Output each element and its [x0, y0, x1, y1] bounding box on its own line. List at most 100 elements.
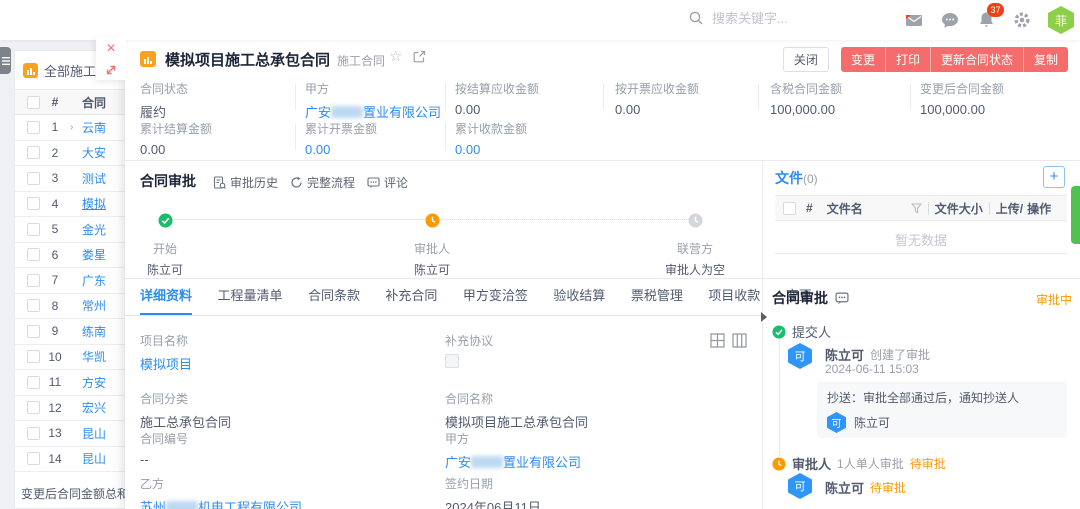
field-cumulative-received: 累计收款金额 0.00 — [455, 120, 527, 157]
cumulative-invoiced-link[interactable]: 0.00 — [305, 142, 377, 157]
chat-icon[interactable] — [940, 10, 960, 30]
list-row: 14昆山 — [15, 447, 125, 473]
list-row: 1›云南 — [15, 115, 125, 141]
tab-acceptance[interactable]: 验收结算 — [553, 285, 605, 313]
full-process-link[interactable]: 完整流程 — [290, 174, 355, 191]
print-button[interactable]: 打印 — [885, 47, 930, 72]
popup-window-controls: × — [96, 38, 126, 80]
sidebar-expand-handle[interactable] — [0, 47, 11, 74]
supplement-checkbox[interactable] — [445, 354, 459, 368]
menu-lines-icon — [2, 56, 10, 66]
update-status-button[interactable]: 更新合同状态 — [930, 47, 1023, 72]
expand-caret-icon[interactable]: › — [70, 122, 82, 133]
action-button-group: 变更 打印 更新合同状态 复制 — [841, 47, 1068, 72]
filter-funnel-icon[interactable] — [911, 203, 922, 214]
field-party-a: 甲方 广安置业有限公司 — [305, 80, 441, 121]
contract-link[interactable]: 华凯 — [82, 348, 106, 365]
tab-boq[interactable]: 工程量清单 — [217, 285, 282, 313]
copy-button[interactable]: 复制 — [1023, 47, 1068, 72]
collapse-right-panel-icon[interactable] — [761, 312, 767, 322]
row-checkbox[interactable] — [27, 197, 40, 210]
approval-status-badge: 审批中 — [1036, 291, 1072, 308]
refresh-cycle-icon — [290, 176, 303, 189]
row-checkbox[interactable] — [27, 121, 40, 134]
redacted-text — [331, 106, 363, 118]
files-select-all-checkbox[interactable] — [783, 202, 796, 215]
party-b-link[interactable]: 苏州机电工程有限公司 — [140, 497, 302, 509]
row-checkbox[interactable] — [27, 223, 40, 236]
contract-link[interactable]: 昆山 — [82, 425, 106, 442]
detail-title: 模拟项目施工总承包合同 — [165, 49, 330, 70]
global-search-input[interactable]: 搜索关键字... — [688, 8, 788, 27]
tab-party-a-change[interactable]: 甲方变洽签 — [463, 285, 528, 313]
list-row: 3测试 — [15, 166, 125, 192]
comment-icon[interactable] — [835, 292, 849, 305]
contract-list-panel: 全部施工合同 # 合同 1›云南 2大安 3测试 4模拟 5金光 6娄星 7广东… — [14, 50, 125, 509]
tab-terms[interactable]: 合同条款 — [308, 285, 360, 313]
step-pending-clock-icon — [425, 213, 440, 228]
search-placeholder: 搜索关键字... — [712, 8, 788, 27]
party-a-link[interactable]: 广安置业有限公司 — [305, 102, 441, 121]
side-helper-tab[interactable] — [1071, 186, 1080, 244]
timeline-line — [779, 338, 780, 456]
change-button[interactable]: 变更 — [841, 47, 885, 72]
approval-history-link[interactable]: 审批历史 — [213, 174, 278, 191]
comments-link[interactable]: 评论 — [367, 174, 408, 191]
tab-details[interactable]: 详细资料 — [140, 285, 192, 315]
party-a-link[interactable]: 广安置业有限公司 — [445, 452, 581, 471]
contract-link[interactable]: 测试 — [82, 170, 106, 187]
cc-note-box: 抄送：审批全部通过后，通知抄送人 可 陈立可 — [817, 382, 1067, 438]
approver-node: 审批人 1人单人审批 待审批 — [772, 454, 946, 473]
field-contract-status: 合同状态 履约 — [140, 80, 188, 121]
row-checkbox[interactable] — [27, 401, 40, 414]
row-checkbox[interactable] — [27, 325, 40, 338]
close-popup-icon[interactable]: × — [106, 42, 115, 56]
contract-link[interactable]: 大安 — [82, 144, 106, 161]
select-all-checkbox[interactable] — [27, 96, 40, 109]
tab-receipts[interactable]: 项目收款 — [708, 285, 760, 313]
expand-diagonal-icon[interactable] — [104, 63, 118, 77]
field-cumulative-settlement: 累计结算金额 0.00 — [140, 120, 212, 157]
favorite-star-icon[interactable]: ☆ — [389, 47, 402, 65]
row-checkbox[interactable] — [27, 248, 40, 261]
contract-link[interactable]: 昆山 — [82, 450, 106, 467]
project-link[interactable]: 模拟项目 — [140, 354, 192, 373]
submit-time: 2024-06-11 15:03 — [825, 362, 919, 376]
approval-flow-title: 合同审批 — [140, 171, 196, 191]
row-checkbox[interactable] — [27, 350, 40, 363]
cumulative-received-link[interactable]: 0.00 — [455, 142, 527, 157]
row-checkbox[interactable] — [27, 172, 40, 185]
field-contract-category: 合同分类 施工总承包合同 — [140, 390, 231, 431]
contract-link[interactable]: 云南 — [82, 119, 106, 136]
step-done-check-icon — [158, 213, 173, 228]
field-sign-date: 签约日期 2024年06月11日 — [445, 475, 541, 509]
settings-gear-icon[interactable] — [1012, 10, 1032, 30]
row-checkbox[interactable] — [27, 146, 40, 159]
contract-link[interactable]: 模拟 — [82, 195, 106, 212]
mail-icon[interactable] — [904, 10, 924, 30]
row-checkbox[interactable] — [27, 274, 40, 287]
contract-link[interactable]: 练南 — [82, 323, 106, 340]
row-checkbox[interactable] — [27, 427, 40, 440]
submitter-node: 提交人 — [772, 322, 831, 341]
open-external-icon[interactable] — [413, 50, 426, 68]
tab-supplement[interactable]: 补充合同 — [385, 285, 437, 313]
close-button[interactable]: 关闭 — [783, 47, 829, 72]
grid-view-icon[interactable] — [710, 333, 725, 353]
add-file-button[interactable]: + — [1043, 166, 1065, 188]
tab-tax[interactable]: 票税管理 — [631, 285, 683, 313]
cc-avatar: 可 — [827, 412, 846, 433]
contract-link[interactable]: 方安 — [82, 374, 106, 391]
notifications-bell-icon[interactable]: 37 — [976, 10, 996, 30]
step-partner: 联营方 审批人为空 — [625, 213, 765, 278]
list-row: 9练南 — [15, 319, 125, 345]
row-checkbox[interactable] — [27, 299, 40, 312]
redacted-text — [166, 501, 198, 509]
contract-link[interactable]: 宏兴 — [82, 399, 106, 416]
row-checkbox[interactable] — [27, 376, 40, 389]
user-avatar[interactable]: 菲 — [1048, 6, 1074, 34]
row-checkbox[interactable] — [27, 452, 40, 465]
column-view-icon[interactable] — [732, 333, 747, 353]
list-header-row: # 合同 — [15, 89, 125, 115]
contract-link[interactable]: 常州 — [82, 297, 106, 314]
